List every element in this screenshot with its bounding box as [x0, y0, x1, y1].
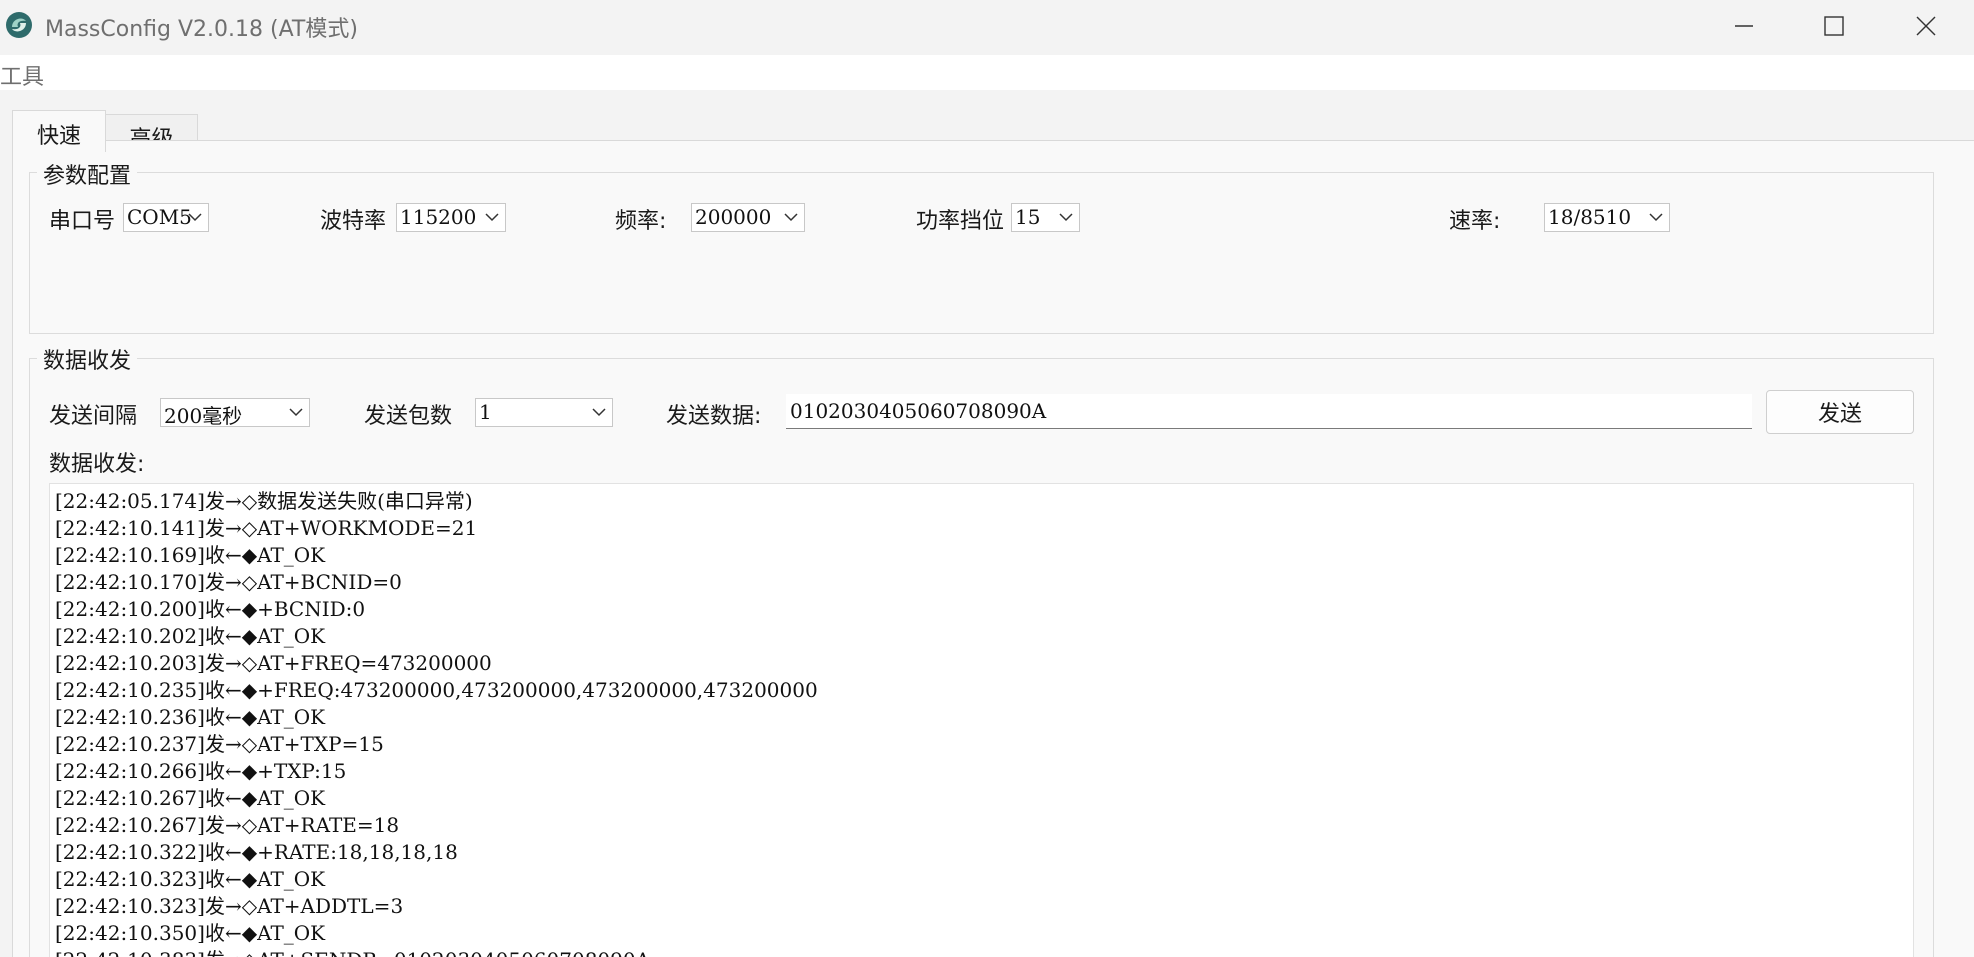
- baud-select-value: 115200: [400, 205, 477, 229]
- close-icon: [1916, 16, 1936, 36]
- chevron-down-icon: [784, 213, 798, 222]
- log-line: [22:42:10.236]收←◆AT_OK: [55, 705, 326, 729]
- interval-select-value: 200毫秒: [164, 404, 243, 428]
- count-label: 发送包数: [364, 404, 453, 429]
- log-line: [22:42:10.200]收←◆+BCNID:0: [55, 597, 366, 621]
- log-line: [22:42:10.323]发→◇AT+ADDTL=3: [55, 894, 404, 918]
- menu-item-tools[interactable]: 工具: [0, 59, 44, 91]
- power-select[interactable]: 15: [1011, 203, 1080, 232]
- menu-bar: 工具: [0, 55, 1974, 90]
- app-window: MassConfig V2.0.18 (AT模式) 工具 快速 高级 参数配置 …: [0, 0, 1974, 957]
- chevron-down-icon: [289, 408, 303, 417]
- minimize-icon: [1735, 25, 1753, 27]
- count-select[interactable]: 1: [475, 398, 613, 427]
- log-line: [22:42:10.170]发→◇AT+BCNID=0: [55, 570, 402, 594]
- rate-select[interactable]: 18/8510: [1544, 203, 1670, 232]
- send-data-label: 发送数据:: [666, 404, 762, 429]
- baud-select[interactable]: 115200: [396, 203, 506, 232]
- freq-select[interactable]: 200000: [691, 203, 805, 232]
- log-line: [22:42:10.323]收←◆AT_OK: [55, 867, 326, 891]
- chevron-down-icon: [592, 408, 606, 417]
- log-line: [22:42:10.350]收←◆AT_OK: [55, 921, 326, 945]
- interval-select[interactable]: 200毫秒: [160, 398, 310, 428]
- freq-select-value: 200000: [695, 205, 772, 229]
- freq-label: 频率:: [615, 209, 667, 234]
- port-select-value: COM5: [127, 205, 192, 229]
- log-line: [22:42:10.203]发→◇AT+FREQ=473200000: [55, 651, 492, 675]
- log-line: [22:42:10.267]发→◇AT+RATE=18: [55, 813, 400, 837]
- maximize-icon: [1824, 16, 1844, 36]
- maximize-button[interactable]: [1788, 0, 1880, 52]
- params-group: [29, 172, 1934, 334]
- chevron-down-icon: [1059, 213, 1073, 222]
- port-label: 串口号: [49, 209, 115, 234]
- chevron-down-icon: [188, 213, 202, 222]
- power-label: 功率挡位: [916, 209, 1004, 234]
- tab-strip: 快速 高级: [0, 90, 1974, 152]
- count-select-value: 1: [479, 400, 492, 424]
- log-textarea[interactable]: [22:42:05.174]发→◇数据发送失败(串口异常) [22:42:10.1…: [49, 483, 1914, 957]
- close-button[interactable]: [1880, 0, 1972, 52]
- log-line: [22:42:10.266]收←◆+TXP:15: [55, 759, 347, 783]
- power-select-value: 15: [1015, 205, 1041, 229]
- chevron-down-icon: [1649, 213, 1663, 222]
- log-line: [22:42:10.235]收←◆+FREQ:473200000,4732000…: [55, 678, 818, 702]
- window-title: MassConfig V2.0.18 (AT模式): [45, 17, 358, 42]
- send-button[interactable]: 发送: [1766, 390, 1914, 434]
- rate-label: 速率:: [1449, 209, 1501, 234]
- chevron-down-icon: [485, 213, 499, 222]
- log-line: [22:42:10.383]发→◇AT+SENDB=01020304050607…: [55, 947, 1913, 957]
- port-select[interactable]: COM5: [123, 203, 209, 232]
- log-line: [22:42:10.169]收←◆AT_OK: [55, 543, 326, 567]
- log-line: [22:42:10.237]发→◇AT+TXP=15: [55, 732, 384, 756]
- log-label: 数据收发:: [49, 452, 145, 477]
- params-group-title: 参数配置: [37, 158, 138, 190]
- log-line: [22:42:10.141]发→◇AT+WORKMODE=21: [55, 516, 478, 540]
- log-line: [22:42:10.202]收←◆AT_OK: [55, 624, 326, 648]
- minimize-button[interactable]: [1698, 0, 1790, 52]
- data-group-title: 数据收发: [37, 343, 138, 375]
- title-bar[interactable]: MassConfig V2.0.18 (AT模式): [0, 0, 1974, 52]
- interval-label: 发送间隔: [49, 404, 138, 429]
- send-data-input[interactable]: [786, 394, 1752, 429]
- log-line: [22:42:10.267]收←◆AT_OK: [55, 786, 326, 810]
- rate-select-value: 18/8510: [1548, 205, 1632, 229]
- app-logo-icon: [6, 12, 32, 38]
- baud-label: 波特率: [320, 209, 387, 234]
- log-line: [22:42:10.322]收←◆+RATE:18,18,18,18: [55, 840, 458, 864]
- log-line: [22:42:05.174]发→◇数据发送失败(串口异常): [55, 489, 473, 513]
- tab-quick[interactable]: 快速: [12, 110, 106, 152]
